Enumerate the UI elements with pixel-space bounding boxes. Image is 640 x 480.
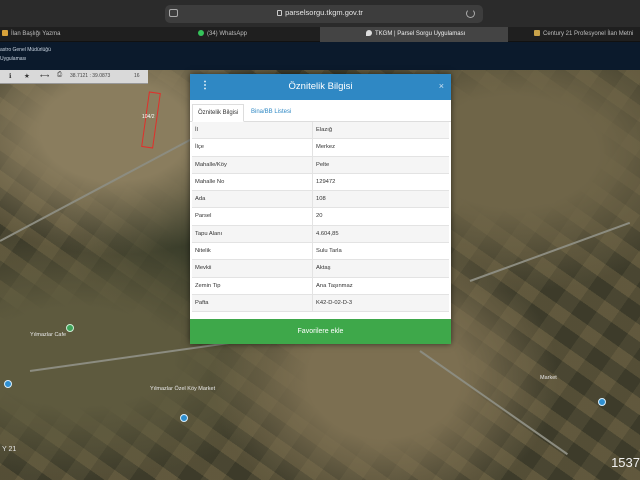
tab-attribute-info[interactable]: Öznitelik Bilgisi [192, 104, 245, 122]
table-row: Parsel 20 [192, 208, 449, 226]
close-icon[interactable]: × [439, 81, 444, 91]
table-row: Pafta K42-D-02-D-3 [192, 294, 449, 313]
table-row: İlçe Merkez [192, 139, 449, 157]
row-value: 20 [316, 213, 323, 220]
map-label: Y 21 [2, 446, 17, 453]
row-key: İl [195, 127, 198, 133]
star-icon[interactable]: ★ [24, 72, 30, 80]
favicon-icon [534, 30, 540, 37]
print-icon[interactable]: ⎙ [57, 71, 62, 79]
row-value: Sulu Tarla [316, 248, 342, 255]
attribute-table: İl Elazığ İlçe Merkez Mahalle/Köy Pelte Mah… [192, 122, 449, 313]
row-value: Elazığ [316, 127, 333, 133]
row-key: Ada [195, 196, 206, 203]
row-value: 108 [316, 196, 326, 203]
row-key: Pafta [195, 299, 209, 306]
tab-label: Century 21 Profesyonel İlan Metni [543, 31, 634, 37]
browser-toolbar: parselsorgu.tkgm.gov.tr [0, 0, 640, 27]
favicon-icon [2, 30, 8, 37]
reload-icon[interactable] [466, 9, 475, 18]
map-poi-pin[interactable] [180, 414, 188, 422]
tab-building-list[interactable]: Bina/BB Listesi [246, 104, 296, 122]
browser-tab[interactable]: İlan Başlığı Yazma [0, 27, 160, 42]
row-key: Tapu Alanı [195, 230, 223, 237]
site-app-name: Uygulaması [0, 56, 27, 62]
whatsapp-icon [198, 30, 204, 37]
info-icon[interactable]: ℹ [9, 72, 11, 80]
dialog-title: Öznitelik Bilgisi [288, 81, 353, 92]
row-value: Pelte [316, 161, 330, 168]
table-row: Mevkii Aktaş [192, 260, 449, 278]
parcel-label: 104/2 [142, 114, 155, 120]
browser-tab[interactable]: (34) WhatsApp [160, 27, 320, 42]
map-label: Market [540, 375, 557, 381]
row-value: Merkez [316, 144, 336, 151]
table-row: Mahalle/Köy Pelte [192, 156, 449, 174]
site-org-name: astro Genel Müdürlüğü [0, 47, 51, 53]
tab-label: TKGM | Parsel Sorgu Uygulaması [375, 31, 466, 37]
site-header: astro Genel Müdürlüğü Uygulaması [0, 42, 640, 70]
row-value: Ana Taşınmaz [316, 282, 353, 289]
row-key: Nitelik [195, 248, 211, 255]
row-value: 4.604,85 [316, 230, 339, 237]
row-key: Parsel [195, 213, 212, 220]
map-pin-icon [366, 30, 372, 37]
table-row: Zemin Tip Ana Taşınmaz [192, 277, 449, 295]
attribute-dialog: ⋮ Öznitelik Bilgisi × Öznitelik Bilgisi … [190, 74, 451, 344]
browser-tab[interactable]: Century 21 Profesyonel İlan Metni [508, 27, 640, 42]
measure-icon[interactable]: ⟷ [40, 72, 49, 80]
road [0, 132, 204, 242]
url-text[interactable]: parselsorgu.tkgm.gov.tr [165, 8, 483, 17]
add-to-favorites-button[interactable]: Favorilere ekle [190, 319, 451, 344]
corner-number: 1537 [611, 455, 640, 470]
dialog-header: ⋮ Öznitelik Bilgisi × [190, 74, 451, 100]
row-value: K42-D-02-D-3 [316, 299, 353, 306]
map-label: Yılmazlar Özel Köy Market [150, 386, 216, 392]
tab-label: (34) WhatsApp [207, 31, 248, 37]
tab-label: İlan Başlığı Yazma [11, 31, 61, 37]
table-row: Nitelik Sulu Tarla [192, 243, 449, 261]
table-row: Ada 108 [192, 191, 449, 209]
map-toolbar: ℹ ★ ⟷ ⎙ 38.7121 : 39.0873 16 [0, 70, 148, 84]
browser-tab-active[interactable]: TKGM | Parsel Sorgu Uygulaması [320, 27, 508, 42]
address-bar[interactable]: parselsorgu.tkgm.gov.tr [165, 5, 483, 23]
map-poi-pin[interactable] [4, 380, 12, 388]
row-key: Zemin Tip [195, 282, 221, 289]
row-key: Mevkii [195, 265, 212, 272]
row-value: 129472 [316, 178, 336, 185]
map-label: Yılmazlar Cafe [30, 332, 67, 338]
map-poi-pin[interactable] [598, 398, 606, 406]
table-row: İl Elazığ [192, 122, 449, 140]
coordinates-readout: 38.7121 : 39.0873 [70, 73, 111, 79]
zoom-level: 16 [134, 73, 140, 79]
road [469, 221, 631, 282]
tab-strip: İlan Başlığı Yazma (34) WhatsApp TKGM | … [0, 27, 640, 42]
row-value: Aktaş [316, 265, 331, 272]
map-poi-pin[interactable] [66, 324, 74, 332]
row-key: Mahalle No [195, 178, 225, 185]
parcel-outline[interactable] [141, 91, 161, 149]
table-row: Mahalle No 129472 [192, 173, 449, 192]
table-row: Tapu Alanı 4.604,85 [192, 225, 449, 244]
row-key: Mahalle/Köy [195, 161, 227, 168]
road [419, 350, 569, 456]
dialog-tabs: Öznitelik Bilgisi Bina/BB Listesi [190, 100, 451, 122]
row-key: İlçe [195, 144, 205, 151]
